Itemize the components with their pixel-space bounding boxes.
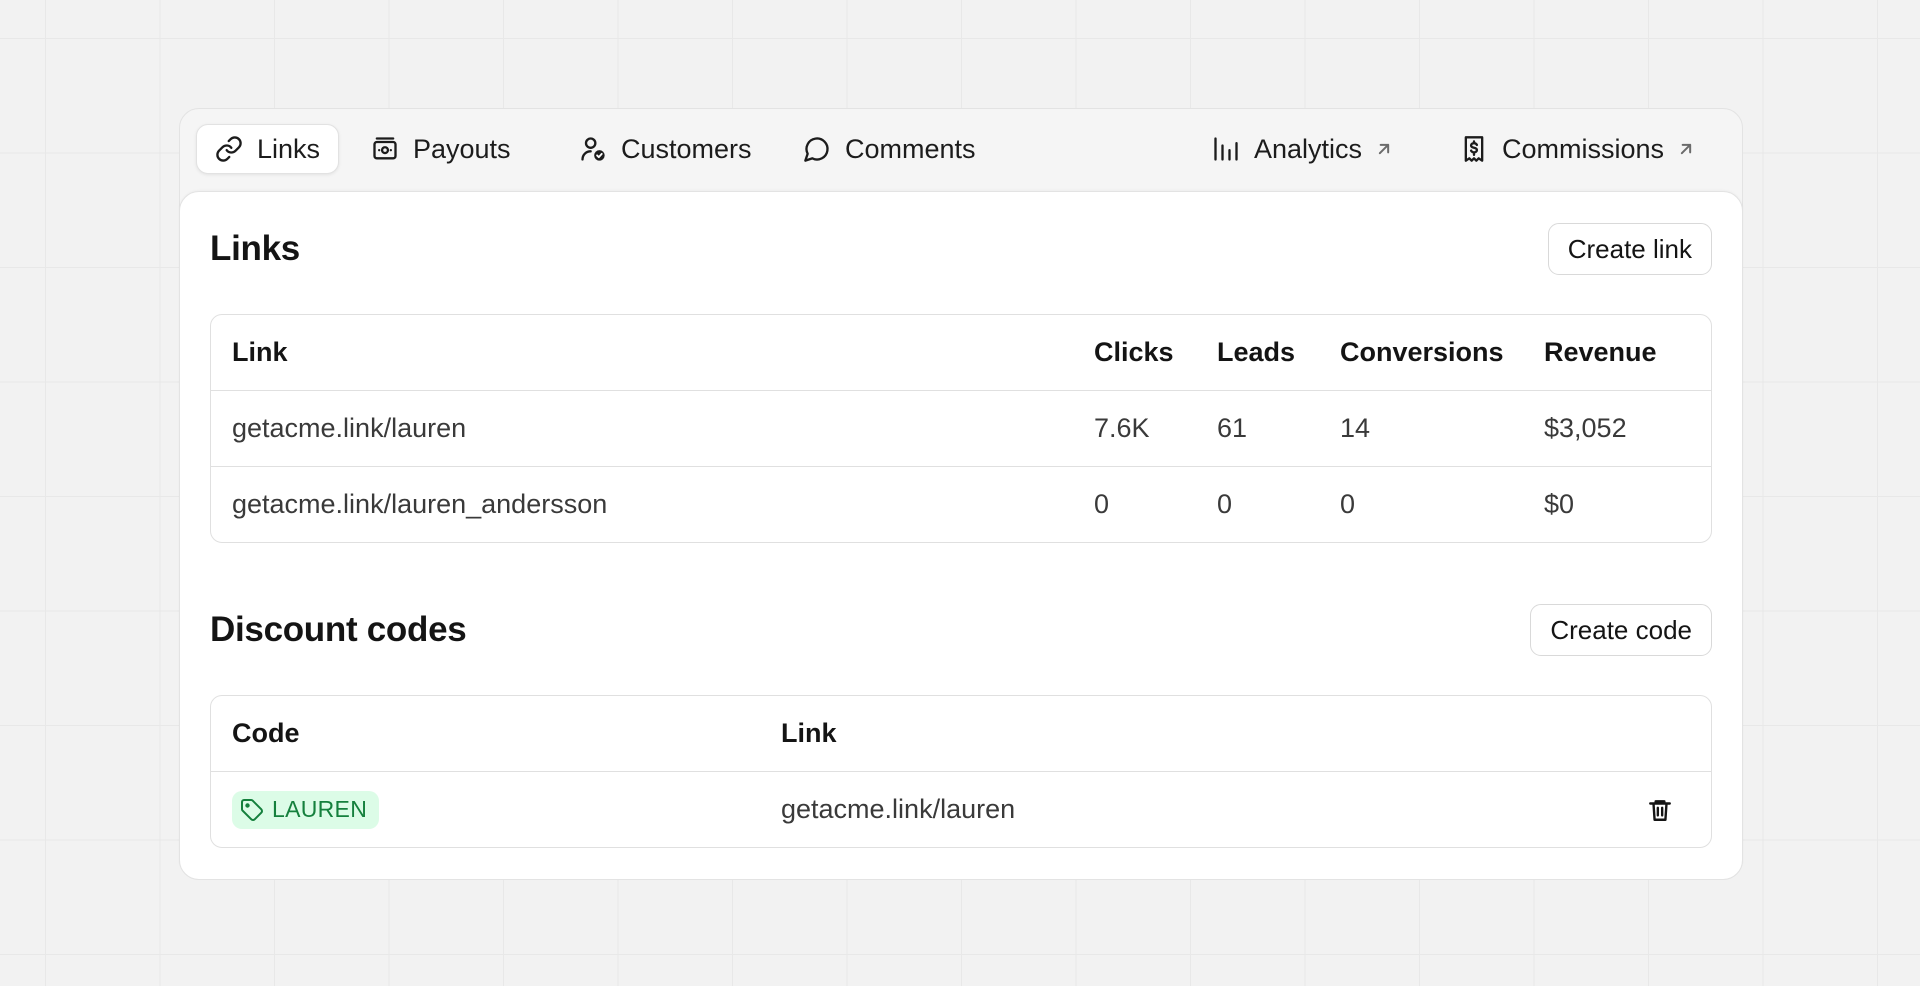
tab-comments[interactable]: Comments [785, 124, 994, 174]
tab-analytics[interactable]: Analytics [1194, 124, 1412, 174]
column-header-conversions: Conversions [1340, 337, 1504, 367]
table-header-row: Code Link [211, 696, 1711, 771]
money-icon [373, 137, 397, 160]
link-icon [216, 136, 242, 162]
tag-icon [241, 798, 263, 821]
create-link-button[interactable]: Create link [1547, 223, 1712, 275]
links-table: Link Clicks Leads Conversions Revenue ge… [210, 314, 1712, 543]
clicks-value: 0 [1094, 489, 1110, 519]
column-header-code: Code [232, 718, 300, 748]
table-header-row: Link Clicks Leads Conversions Revenue [211, 315, 1711, 390]
column-header-revenue: Revenue [1544, 337, 1657, 367]
discount-code-label: LAUREN [272, 796, 368, 822]
column-header-link: Link [232, 337, 288, 367]
tab-links[interactable]: Links [196, 124, 340, 174]
tab-bar: Links Payouts Customers Comments Analyti… [180, 109, 1742, 191]
conversions-value: 0 [1340, 489, 1356, 519]
delete-code-button[interactable] [1647, 772, 1673, 847]
table-row[interactable]: getacme.link/lauren 7.6K 61 14 $3,052 [211, 390, 1711, 466]
links-section-title: Links [210, 229, 300, 268]
revenue-value: $3,052 [1544, 413, 1627, 443]
tab-commissions[interactable]: Commissions [1442, 124, 1714, 174]
code-cell: LAUREN [232, 772, 380, 847]
discount-code-badge: LAUREN [232, 790, 380, 829]
tab-label: Comments [845, 133, 976, 164]
trash-icon [1649, 799, 1671, 821]
tab-label: Payouts [413, 133, 511, 164]
table-row[interactable]: getacme.link/lauren_andersson 0 0 0 $0 [211, 466, 1711, 542]
link-url[interactable]: getacme.link/lauren [232, 391, 466, 466]
tab-label: Links [257, 133, 321, 164]
user-check-icon [581, 137, 605, 161]
bar-chart-icon [1214, 137, 1238, 161]
revenue-value: $0 [1544, 489, 1575, 519]
tab-label: Commissions [1502, 133, 1665, 164]
column-header-leads: Leads [1217, 337, 1296, 367]
discount-link-url[interactable]: getacme.link/lauren [781, 772, 1015, 847]
create-code-button[interactable]: Create code [1530, 604, 1712, 656]
message-icon [804, 137, 829, 162]
clicks-value: 7.6K [1094, 413, 1150, 443]
discount-section-title: Discount codes [210, 610, 467, 649]
discount-codes-table: Code Link LAUREN getacme.link/lauren [210, 695, 1712, 848]
column-header-clicks: Clicks [1094, 337, 1174, 367]
table-row[interactable]: LAUREN getacme.link/lauren [211, 771, 1711, 847]
tab-label: Customers [621, 133, 752, 164]
partner-card: Links Payouts Customers Comments Analyti… [179, 108, 1743, 880]
link-url[interactable]: getacme.link/lauren_andersson [232, 467, 607, 542]
conversions-value: 14 [1340, 413, 1371, 443]
leads-value: 0 [1217, 489, 1233, 519]
content-panel: Links Create link Link Clicks Leads Conv… [179, 191, 1743, 880]
tab-payouts[interactable]: Payouts [353, 124, 529, 174]
tab-customers[interactable]: Customers [561, 124, 770, 174]
leads-value: 61 [1217, 413, 1248, 443]
column-header-link: Link [781, 718, 837, 748]
tab-label: Analytics [1254, 133, 1363, 164]
external-arrow-icon [1680, 143, 1692, 155]
external-arrow-icon [1378, 143, 1390, 155]
receipt-dollar-icon [1464, 136, 1484, 162]
